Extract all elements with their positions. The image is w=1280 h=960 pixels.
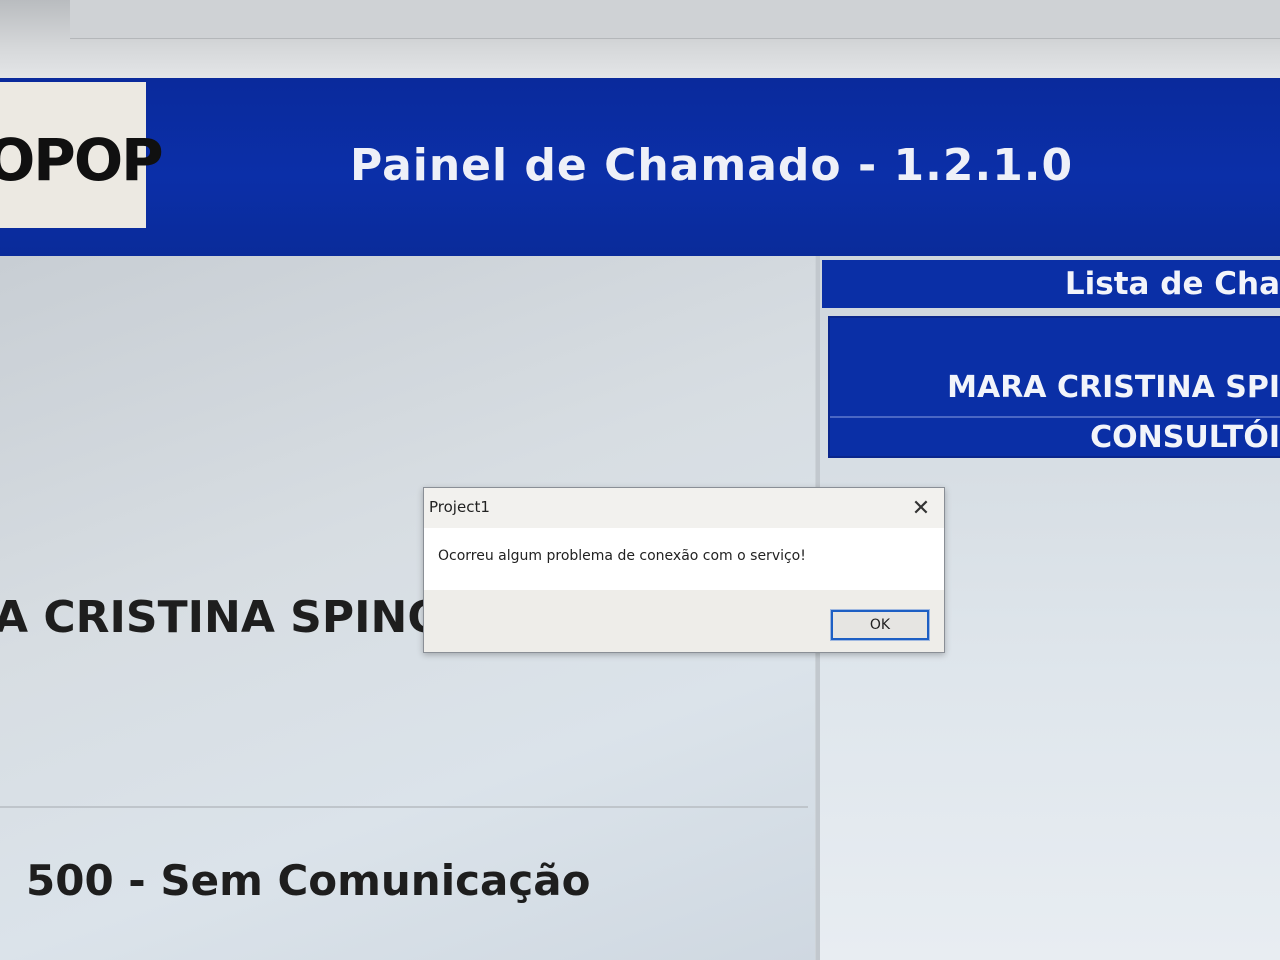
dialog-footer: OK xyxy=(424,590,944,652)
app-title: Painel de Chamado - 1.2.1.0 xyxy=(350,140,1074,191)
connection-status: 500 - Sem Comunicação xyxy=(26,856,591,905)
current-patient-name: A CRISTINA SPINO xyxy=(0,592,445,643)
close-icon[interactable]: ✕ xyxy=(906,496,936,522)
dialog-message: Ocorreu algum problema de conexão com o … xyxy=(438,548,806,564)
window-frame-lip xyxy=(70,0,1280,39)
call-item-name: MARA CRISTINA SPI xyxy=(947,370,1280,405)
call-item-location: CONSULTÓI xyxy=(1090,420,1280,455)
call-list-title: Lista de Cha xyxy=(1064,266,1280,302)
dialog-title: Project1 xyxy=(429,498,490,516)
logo: OPOP xyxy=(0,82,164,228)
window-frame-top xyxy=(0,0,1280,80)
error-dialog: Project1 ✕ Ocorreu algum problema de con… xyxy=(423,487,945,653)
ok-button[interactable]: OK xyxy=(830,609,930,641)
dialog-body: Ocorreu algum problema de conexão com o … xyxy=(424,528,944,590)
panel-divider xyxy=(0,806,808,808)
logo-text: OPOP xyxy=(0,126,164,194)
call-item-separator xyxy=(830,416,1280,418)
